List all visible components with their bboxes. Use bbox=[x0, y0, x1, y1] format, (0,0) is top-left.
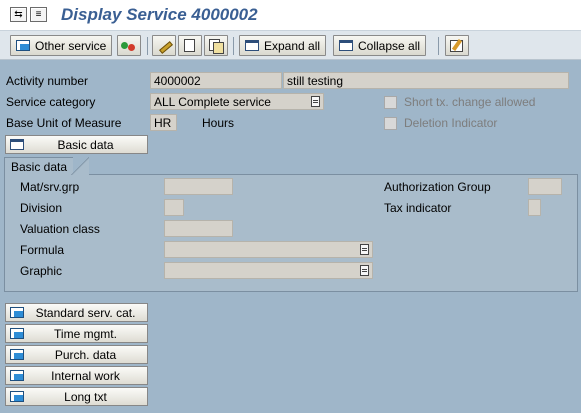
formula-field[interactable] bbox=[164, 241, 373, 258]
graphic-label: Graphic bbox=[20, 264, 63, 278]
pencil-icon bbox=[157, 40, 171, 52]
division-field[interactable] bbox=[164, 199, 184, 216]
create-button[interactable] bbox=[178, 35, 202, 56]
short-text-change-checkbox[interactable] bbox=[384, 96, 397, 109]
deletion-indicator-checkbox[interactable] bbox=[384, 117, 397, 130]
deletion-indicator-label: Deletion Indicator bbox=[404, 116, 498, 130]
notes-button[interactable] bbox=[445, 35, 469, 56]
valuation-class-field[interactable] bbox=[164, 220, 233, 237]
note-icon bbox=[450, 39, 463, 52]
authorization-group-field[interactable] bbox=[528, 178, 562, 195]
service-category-value: ALL Complete service bbox=[154, 95, 271, 109]
purch-data-label: Purch. data bbox=[54, 347, 117, 362]
expand-all-button[interactable]: Expand all bbox=[239, 35, 327, 56]
group-tab-corner bbox=[71, 157, 89, 175]
base-uom-label: Base Unit of Measure bbox=[6, 116, 122, 130]
other-service-icon bbox=[16, 40, 30, 51]
short-text-change-label: Short tx. change allowed bbox=[404, 95, 536, 109]
purch-data-button[interactable]: Purch. data bbox=[5, 345, 148, 364]
formula-label: Formula bbox=[20, 243, 65, 257]
value-help-icon[interactable] bbox=[311, 96, 320, 107]
internal-work-label: Internal work bbox=[51, 368, 120, 383]
base-uom-field[interactable]: HR bbox=[150, 114, 177, 131]
long-txt-label: Long txt bbox=[64, 389, 107, 404]
edit-button[interactable] bbox=[152, 35, 176, 56]
section-expand-icon bbox=[10, 391, 24, 402]
title-icons: ⇆ ≡ bbox=[10, 7, 47, 22]
standard-serv-cat-button[interactable]: Standard serv. cat. bbox=[5, 303, 148, 322]
title-bar: ⇆ ≡ Display Service 4000002 bbox=[0, 0, 581, 31]
section-expand-icon bbox=[10, 307, 24, 318]
section-expand-icon bbox=[10, 328, 24, 339]
expand-all-label: Expand all bbox=[264, 38, 321, 53]
long-txt-button[interactable]: Long txt bbox=[5, 387, 148, 406]
value-help-icon[interactable] bbox=[360, 244, 369, 255]
authorization-group-label: Authorization Group bbox=[384, 180, 491, 194]
section-expand-icon bbox=[10, 349, 24, 360]
expand-icon bbox=[245, 40, 259, 51]
basic-data-group-title: Basic data bbox=[4, 157, 74, 175]
mat-srv-grp-label: Mat/srv.grp bbox=[20, 180, 80, 194]
copy-button[interactable] bbox=[204, 35, 228, 56]
section-collapse-icon bbox=[10, 139, 24, 150]
collapse-all-button[interactable]: Collapse all bbox=[333, 35, 427, 56]
mat-srv-grp-field[interactable] bbox=[164, 178, 233, 195]
display-toggle-icon[interactable]: ⇆ bbox=[10, 7, 27, 22]
application-toolbar: Other service Expand all Collapse all bbox=[0, 31, 581, 60]
activity-description-field[interactable]: still testing bbox=[283, 72, 569, 89]
basic-data-button[interactable]: Basic data bbox=[5, 135, 148, 154]
tax-indicator-field[interactable] bbox=[528, 199, 541, 216]
menu-icon[interactable]: ≡ bbox=[30, 7, 47, 22]
other-service-button[interactable]: Other service bbox=[10, 35, 113, 56]
base-uom-text: Hours bbox=[202, 116, 235, 130]
time-mgmt-label: Time mgmt. bbox=[54, 326, 117, 341]
activity-number-label: Activity number bbox=[6, 74, 89, 88]
page-title: Display Service 4000002 bbox=[61, 5, 258, 24]
collapse-all-label: Collapse all bbox=[358, 38, 421, 53]
internal-work-button[interactable]: Internal work bbox=[5, 366, 148, 385]
copy-icon bbox=[209, 39, 224, 54]
basic-data-button-label: Basic data bbox=[57, 137, 114, 152]
other-service-label: Other service bbox=[35, 38, 107, 53]
graphic-field[interactable] bbox=[164, 262, 373, 279]
division-label: Division bbox=[20, 201, 63, 215]
service-category-field[interactable]: ALL Complete service bbox=[150, 93, 324, 110]
section-expand-icon bbox=[10, 370, 24, 381]
value-help-icon[interactable] bbox=[360, 265, 369, 276]
standard-serv-cat-label: Standard serv. cat. bbox=[35, 305, 136, 320]
time-mgmt-button[interactable]: Time mgmt. bbox=[5, 324, 148, 343]
tax-indicator-label: Tax indicator bbox=[384, 201, 452, 215]
document-icon bbox=[184, 39, 195, 52]
service-category-label: Service category bbox=[6, 95, 96, 109]
object-switch-icon bbox=[121, 40, 137, 52]
activity-number-field[interactable]: 4000002 bbox=[150, 72, 282, 89]
collapse-icon bbox=[339, 40, 353, 51]
toolbar-separator bbox=[438, 37, 439, 55]
other-object-button[interactable] bbox=[117, 35, 141, 56]
toolbar-separator bbox=[233, 37, 234, 55]
valuation-class-label: Valuation class bbox=[20, 222, 100, 236]
toolbar-separator bbox=[147, 37, 148, 55]
